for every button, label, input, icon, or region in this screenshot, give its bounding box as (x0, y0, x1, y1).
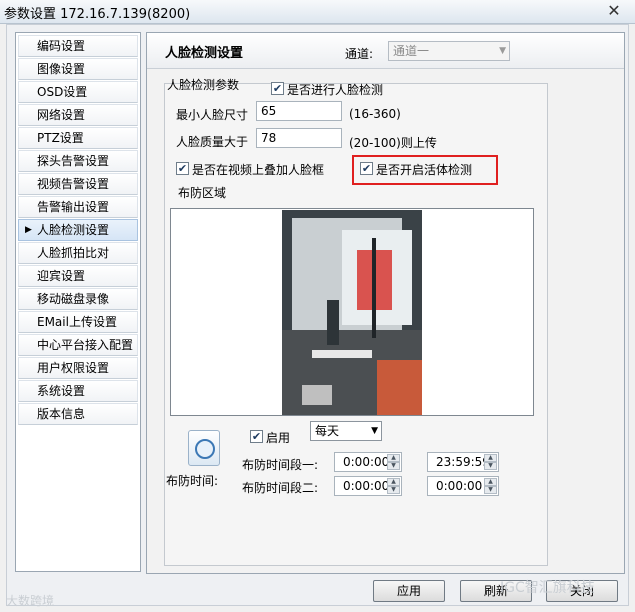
params-group-label: 人脸检测参数 (167, 78, 240, 92)
spin-down-icon[interactable]: ▼ (484, 462, 497, 470)
sidebar-item-label: 人脸抓拍比对 (37, 246, 110, 260)
period2-end-input[interactable]: 0:00:00 ▲ ▼ (427, 476, 499, 496)
page-title: 人脸检测设置 (165, 46, 244, 61)
min-face-range: (16-360) (349, 107, 401, 121)
quality-note: (20-100)则上传 (349, 136, 437, 150)
sidebar-item-face-detect[interactable]: ▶ 人脸检测设置 (18, 219, 138, 241)
sidebar-item-label: 图像设置 (37, 62, 86, 76)
min-face-input[interactable]: 65 (256, 101, 342, 121)
sidebar-item-version[interactable]: 版本信息 (18, 403, 138, 425)
schedule-frequency-value: 每天 (315, 424, 340, 438)
spin-down-icon[interactable]: ▼ (387, 462, 400, 470)
sidebar-item-label: EMail上传设置 (37, 315, 117, 329)
sidebar-item-label: 编码设置 (37, 39, 86, 53)
channel-select-value: 通道一 (393, 44, 430, 58)
schedule-enable-label: 启用 (266, 431, 291, 445)
sidebar-item-label: 探头告警设置 (37, 154, 110, 168)
sidebar-item-alarm-output[interactable]: 告警输出设置 (18, 196, 138, 218)
period1-start-value: 0:00:00 (343, 455, 390, 469)
sidebar-item-label: 人脸检测设置 (37, 223, 110, 237)
channel-select[interactable]: 通道一 ▼ (388, 41, 510, 61)
schedule-enable-checkbox[interactable]: ✔ (250, 430, 263, 443)
sidebar-item-ptz[interactable]: PTZ设置 (18, 127, 138, 149)
period1-label: 布防时间段一: (242, 458, 319, 472)
close-icon[interactable]: ✕ (603, 2, 625, 20)
sidebar-item-video-alarm[interactable]: 视频告警设置 (18, 173, 138, 195)
spin-up-icon[interactable]: ▲ (387, 478, 400, 486)
quality-label: 人脸质量大于 (176, 135, 249, 149)
sidebar-item-label: 网络设置 (37, 108, 86, 122)
sidebar-item-osd[interactable]: OSD设置 (18, 81, 138, 103)
chevron-down-icon: ▼ (371, 426, 378, 436)
sidebar-item-face-capture[interactable]: 人脸抓拍比对 (18, 242, 138, 264)
sidebar-item-encode[interactable]: 编码设置 (18, 35, 138, 57)
apply-button[interactable]: 应用 (373, 580, 445, 602)
sidebar-item-label: OSD设置 (37, 85, 88, 99)
period2-end-value: 0:00:00 (436, 479, 483, 493)
schedule-frequency-select[interactable]: 每天 ▼ (310, 421, 382, 441)
video-preview (282, 210, 422, 415)
overlay-label: 是否在视频上叠加人脸框 (192, 163, 325, 177)
spin-down-icon[interactable]: ▼ (484, 486, 497, 494)
overlay-checkbox[interactable]: ✔ (176, 162, 189, 175)
schedule-icon (188, 430, 220, 466)
sidebar-item-mobile-disk[interactable]: 移动磁盘录像 (18, 288, 138, 310)
enable-face-detect-label: 是否进行人脸检测 (287, 83, 384, 97)
watermark-left: 大数跨境 (6, 594, 55, 608)
sidebar-item-email[interactable]: EMail上传设置 (18, 311, 138, 333)
watermark-right: IGC智汇旗科技 (500, 580, 595, 596)
spin-up-icon[interactable]: ▲ (387, 454, 400, 462)
sidebar-item-center-platform[interactable]: 中心平台接入配置 (18, 334, 138, 356)
clock-icon (195, 439, 215, 459)
content-header: 人脸检测设置 通道: 通道一 ▼ (147, 33, 624, 69)
channel-label: 通道: (345, 47, 374, 61)
sidebar: 编码设置图像设置 OSD设置网络设置 PTZ设置探头告警设置 视频告警设置 告警输出设置… (15, 32, 141, 572)
quality-input[interactable]: 78 (256, 128, 342, 148)
period1-start-input[interactable]: 0:00:00 ▲ ▼ (334, 452, 402, 472)
chevron-down-icon: ▼ (499, 46, 506, 56)
sidebar-item-label: 告警输出设置 (37, 200, 110, 214)
period2-label: 布防时间段二: (242, 481, 319, 495)
period2-start-value: 0:00:00 (343, 479, 390, 493)
video-scene-image (282, 210, 422, 415)
sidebar-item-user-permission[interactable]: 用户权限设置 (18, 357, 138, 379)
sidebar-item-system[interactable]: 系统设置 (18, 380, 138, 402)
period1-end-input[interactable]: 23:59:59 ▲ ▼ (427, 452, 499, 472)
caret-right-icon: ▶ (25, 225, 32, 235)
min-face-label: 最小人脸尺寸 (176, 108, 249, 122)
sidebar-item-label: 视频告警设置 (37, 177, 110, 191)
period1-end-value: 23:59:59 (436, 455, 490, 469)
area-label: 布防区域 (178, 186, 227, 200)
enable-face-detect-checkbox[interactable]: ✔ (271, 82, 284, 95)
sidebar-item-welcome[interactable]: 迎宾设置 (18, 265, 138, 287)
sidebar-item-sensor-alarm[interactable]: 探头告警设置 (18, 150, 138, 172)
sidebar-item-label: 用户权限设置 (37, 361, 110, 375)
sidebar-item-label: 中心平台接入配置 (37, 338, 134, 352)
spin-up-icon[interactable]: ▲ (484, 454, 497, 462)
sidebar-item-label: PTZ设置 (37, 131, 84, 145)
sidebar-item-label: 移动磁盘录像 (37, 292, 110, 306)
sidebar-item-label: 迎宾设置 (37, 269, 86, 283)
schedule-label: 布防时间: (166, 474, 219, 488)
liveness-checkbox[interactable]: ✔ (360, 162, 373, 175)
window-title: 参数设置 172.16.7.139(8200) (4, 7, 191, 22)
window-titlebar: 参数设置 172.16.7.139(8200) ✕ (0, 0, 635, 24)
sidebar-item-label: 版本信息 (37, 407, 86, 421)
sidebar-item-network[interactable]: 网络设置 (18, 104, 138, 126)
sidebar-item-image[interactable]: 图像设置 (18, 58, 138, 80)
spin-up-icon[interactable]: ▲ (484, 478, 497, 486)
liveness-label: 是否开启活体检测 (376, 163, 473, 177)
spin-down-icon[interactable]: ▼ (387, 486, 400, 494)
sidebar-item-label: 系统设置 (37, 384, 86, 398)
period2-start-input[interactable]: 0:00:00 ▲ ▼ (334, 476, 402, 496)
